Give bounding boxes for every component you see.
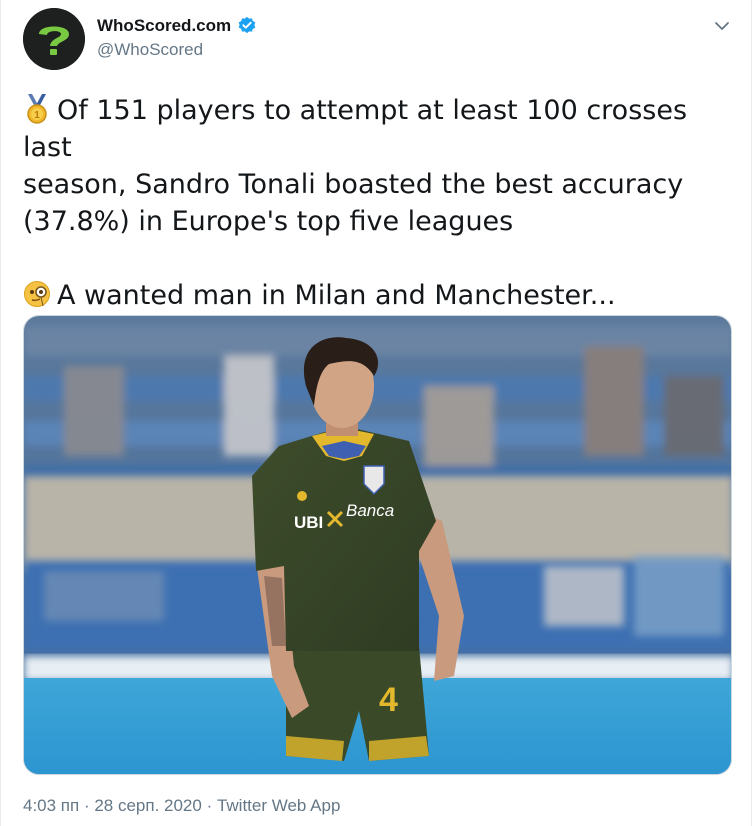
sponsor-banca-text: Banca — [346, 501, 394, 520]
tweet-photo[interactable]: 4 UBI Banca — [23, 315, 732, 775]
tweet-text-line-3: (37.8%) in Europe's top five leagues — [23, 206, 514, 237]
tweet-text-line: 1 Of 151 players to attempt at least 100… — [23, 92, 723, 166]
display-name-text[interactable]: WhoScored.com — [97, 16, 231, 36]
chevron-down-icon[interactable] — [712, 16, 732, 36]
tweet-timestamp[interactable]: 4:03 пп · 28 серп. 2020 · Twitter Web Ap… — [23, 796, 340, 816]
author-display-name[interactable]: WhoScored.com — [97, 16, 257, 36]
verified-badge-icon — [238, 16, 256, 34]
monocle-face-icon — [24, 281, 50, 307]
tweet-text-line-1: Of 151 players to attempt at least 100 c… — [23, 95, 688, 163]
1st-place-medal-icon: 1 — [27, 94, 47, 124]
author-names: WhoScored.com @WhoScored — [97, 16, 257, 60]
avatar[interactable] — [23, 8, 85, 70]
shirt-number-text: 4 — [379, 681, 398, 719]
tweet-text-line-4: A wanted man in Milan and Manchester... — [57, 280, 616, 311]
tweet-header: WhoScored.com @WhoScored — [23, 8, 738, 72]
author-handle[interactable]: @WhoScored — [97, 40, 257, 60]
tweet-card: WhoScored.com @WhoScored 1 Of 151 player… — [0, 0, 752, 826]
question-mark-logo-icon — [23, 8, 85, 70]
player-photo: 4 UBI Banca — [24, 316, 731, 774]
tweet-text: 1 Of 151 players to attempt at least 100… — [23, 92, 723, 314]
sponsor-ubi-text: UBI — [294, 513, 323, 532]
tweet-text-line: A wanted man in Milan and Manchester... — [23, 277, 723, 314]
svg-text:1: 1 — [34, 110, 40, 121]
tweet-text-line-2: season, Sandro Tonali boasted the best a… — [23, 169, 684, 200]
